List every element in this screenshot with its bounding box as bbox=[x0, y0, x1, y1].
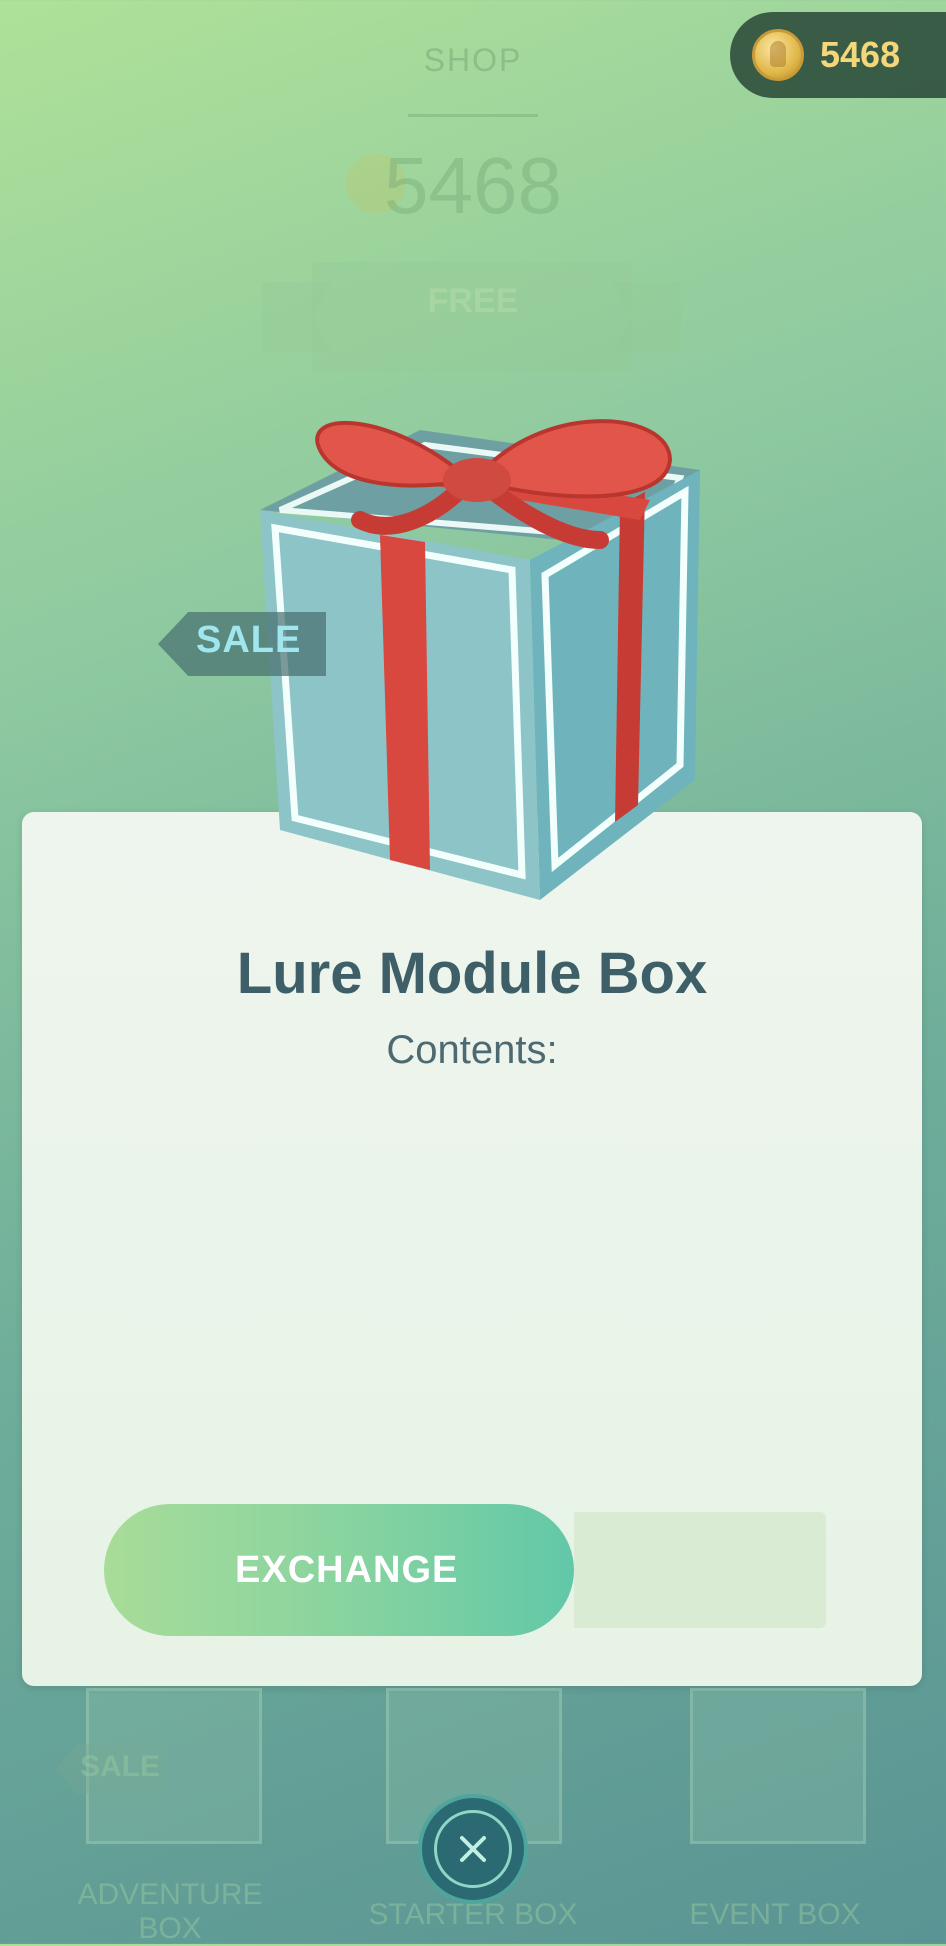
background-free-label: FREE bbox=[427, 282, 519, 320]
background-shop-balance: 5468 bbox=[384, 141, 562, 230]
pokecoin-icon bbox=[752, 29, 804, 81]
close-button[interactable] bbox=[418, 1794, 528, 1904]
exchange-button-label: EXCHANGE bbox=[235, 1548, 459, 1591]
coin-balance-value: 5468 bbox=[820, 34, 901, 75]
background-adventure-box-label: ADVENTURE BOX bbox=[77, 1878, 263, 1945]
contents-label: Contents: bbox=[386, 1028, 558, 1072]
sale-tag-label: SALE bbox=[196, 619, 302, 661]
exchange-button[interactable]: EXCHANGE bbox=[104, 1504, 574, 1636]
coin-balance: 5468 bbox=[730, 12, 946, 98]
close-icon bbox=[434, 1810, 512, 1888]
background-shop-divider bbox=[408, 114, 538, 117]
background-sale-tag-label: SALE bbox=[80, 1750, 161, 1783]
exchange-slider-track bbox=[574, 1512, 826, 1628]
background-event-box-label: EVENT BOX bbox=[689, 1898, 861, 1931]
background-event-box-image bbox=[690, 1688, 866, 1844]
item-title: Lure Module Box bbox=[236, 941, 708, 1006]
